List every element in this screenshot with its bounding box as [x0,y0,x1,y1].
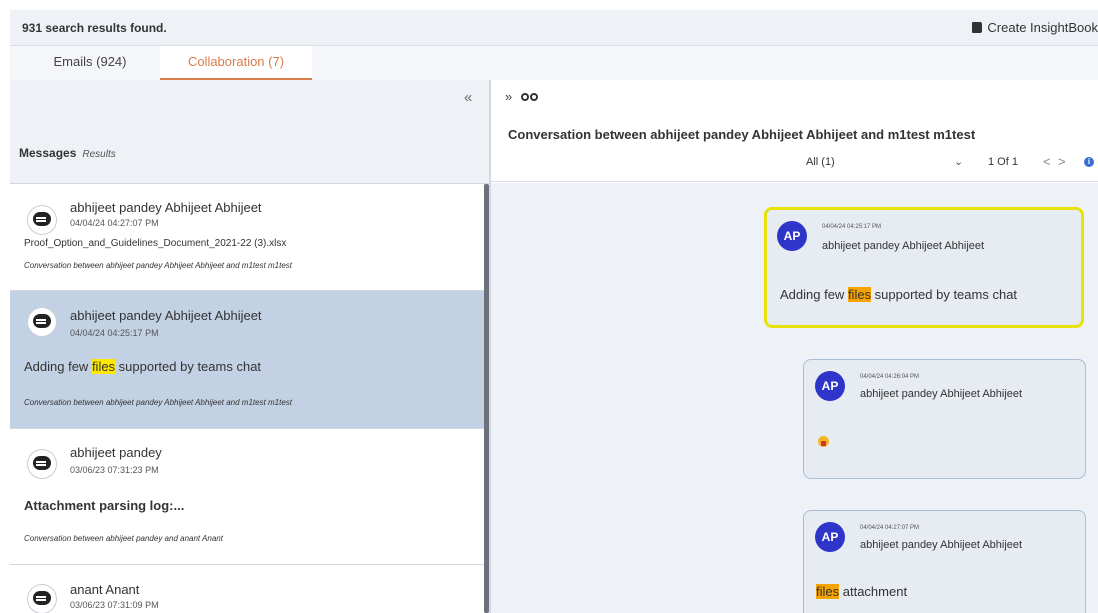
message-list-panel: « Messages Results abhijeet pandey Abhije… [10,80,490,613]
conversation-panel: » Conversation between abhijeet pandey A… [491,80,1098,613]
sender-name: abhijeet pandey Abhijeet Abhijeet [860,539,1023,551]
page-info: 1 Of 1 [988,156,1018,168]
avatar: AP [815,522,845,552]
create-insightbook-label: Create InsightBook [987,20,1098,35]
create-insightbook-button[interactable]: Create InsightBook [972,20,1098,35]
message-list: abhijeet pandey Abhijeet Abhijeet 04/04/… [10,184,484,613]
chat-area: AP 04/04/24 04:25:17 PM abhijeet pandey … [491,183,1098,613]
double-chevron-left-icon[interactable]: « [464,89,472,106]
avatar: AP [777,221,807,251]
chat-message[interactable]: AP 04/04/24 04:25:17 PM abhijeet pandey … [764,207,1084,328]
chat-icon [27,584,57,613]
avatar: AP [815,371,845,401]
chevron-down-icon[interactable]: ⌄ [954,155,963,168]
messages-label: Messages [19,146,77,160]
info-icon[interactable]: i [1084,157,1094,167]
result-tabs: Emails (924) Collaboration (7) [10,46,1098,80]
search-highlight: files [847,287,872,302]
sender-name: abhijeet pandey Abhijeet Abhijeet [70,200,262,215]
chain-link-icon[interactable] [521,93,539,101]
message-time: 04/04/24 04:25:17 PM [822,224,882,230]
message-time: 03/06/23 07:31:23 PM [70,465,159,475]
list-item[interactable]: anant Anant 03/06/23 07:31:09 PM [10,565,484,613]
conversation-title: Conversation between abhijeet pandey Abh… [508,127,976,142]
results-header: 931 search results found. Create Insight… [10,10,1098,46]
message-filter-select[interactable]: All (1) [806,156,835,168]
double-chevron-right-icon[interactable]: » [505,89,512,104]
results-count: 931 search results found. [22,21,167,35]
book-icon [972,22,983,33]
message-time: 04/04/24 04:25:17 PM [70,328,159,338]
list-item[interactable]: abhijeet pandey Abhijeet Abhijeet 04/04/… [10,184,484,291]
list-item[interactable]: abhijeet pandey Abhijeet Abhijeet 04/04/… [10,291,484,429]
results-label[interactable]: Results [82,149,115,160]
search-highlight: files [816,584,840,599]
chevron-right-icon[interactable]: > [1058,154,1066,169]
list-header: Messages Results [19,146,116,160]
message-text: Attachment parsing log:... [24,498,185,513]
message-time: 04/04/24 04:27:07 PM [70,218,159,228]
sender-name: abhijeet pandey [70,445,162,460]
chat-icon [27,449,57,479]
sender-name: abhijeet pandey Abhijeet Abhijeet [860,388,1023,400]
message-text: Proof_Option_and_Guidelines_Document_202… [24,238,287,249]
conversation-label: Conversation between abhijeet pandey and… [24,534,223,543]
message-text-part: Adding few [24,359,92,374]
emoji-icon [818,436,829,447]
message-time: 04/04/24 04:27:07 PM [860,525,920,531]
sender-name: abhijeet pandey Abhijeet Abhijeet [70,308,262,323]
chat-icon [27,307,57,337]
scrollbar[interactable] [484,184,489,613]
sender-name: anant Anant [70,582,140,597]
conversation-label: Conversation between abhijeet pandey Abh… [24,261,293,270]
message-text: Adding few files supported by teams chat [24,359,261,374]
message-text-part: attachment [839,584,908,599]
sender-name: abhijeet pandey Abhijeet Abhijeet [822,240,985,252]
chat-message[interactable]: AP 04/04/24 04:26:04 PM abhijeet pandey … [803,359,1086,479]
list-item[interactable]: abhijeet pandey 03/06/23 07:31:23 PM Att… [10,429,484,565]
search-highlight: files [91,359,116,374]
chat-icon [27,205,57,235]
message-text-part: Adding few [780,287,848,302]
chat-message[interactable]: AP 04/04/24 04:27:07 PM abhijeet pandey … [803,510,1086,613]
message-text-part: supported by teams chat [871,287,1018,302]
tab-collaboration[interactable]: Collaboration (7) [160,46,312,80]
message-text: Adding few files supported by teams chat [780,287,1017,302]
message-time: 03/06/23 07:31:09 PM [70,600,159,610]
message-text: files attachment [816,584,907,599]
conversation-label: Conversation between abhijeet pandey Abh… [24,398,293,407]
chevron-left-icon[interactable]: < [1043,154,1051,169]
tab-emails[interactable]: Emails (924) [30,46,150,80]
message-time: 04/04/24 04:26:04 PM [860,374,920,380]
conversation-header: » Conversation between abhijeet pandey A… [491,80,1098,182]
message-text-part: supported by teams chat [115,359,262,374]
